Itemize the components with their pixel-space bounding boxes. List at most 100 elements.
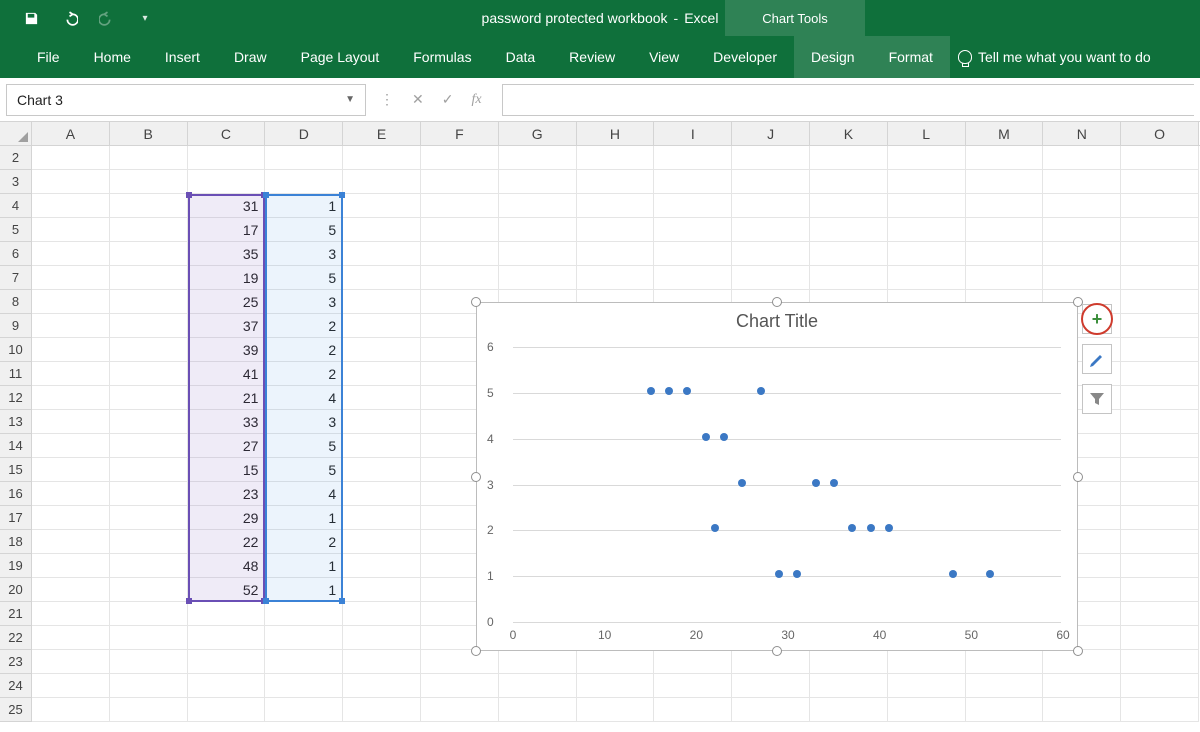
- cell[interactable]: 1: [265, 578, 343, 602]
- cell[interactable]: [1121, 674, 1199, 698]
- cell[interactable]: [1043, 674, 1121, 698]
- resize-handle[interactable]: [471, 646, 481, 656]
- col-header-H[interactable]: H: [577, 122, 655, 145]
- cell[interactable]: [110, 242, 188, 266]
- cell[interactable]: [577, 242, 655, 266]
- cell[interactable]: [32, 458, 110, 482]
- select-all-corner[interactable]: [0, 122, 32, 145]
- cell[interactable]: [1121, 626, 1199, 650]
- cell[interactable]: [888, 146, 966, 170]
- cell[interactable]: [1121, 506, 1199, 530]
- data-point[interactable]: [830, 479, 838, 487]
- cell[interactable]: [343, 194, 421, 218]
- tab-draw[interactable]: Draw: [217, 36, 284, 78]
- cell[interactable]: 1: [265, 554, 343, 578]
- cell[interactable]: [888, 698, 966, 722]
- cell[interactable]: [810, 146, 888, 170]
- cell[interactable]: 5: [265, 434, 343, 458]
- cell[interactable]: [421, 698, 499, 722]
- cell[interactable]: 33: [188, 410, 266, 434]
- cell[interactable]: [1121, 434, 1199, 458]
- cell[interactable]: [265, 650, 343, 674]
- data-point[interactable]: [711, 524, 719, 532]
- cell[interactable]: 48: [188, 554, 266, 578]
- cell[interactable]: [1121, 554, 1199, 578]
- row-header[interactable]: 2: [0, 146, 32, 170]
- row-header[interactable]: 6: [0, 242, 32, 266]
- col-header-F[interactable]: F: [421, 122, 499, 145]
- cell[interactable]: [654, 218, 732, 242]
- tab-view[interactable]: View: [632, 36, 696, 78]
- cell[interactable]: [499, 242, 577, 266]
- row-header[interactable]: 3: [0, 170, 32, 194]
- cell[interactable]: [32, 218, 110, 242]
- cell[interactable]: [32, 386, 110, 410]
- cell[interactable]: [343, 674, 421, 698]
- cell[interactable]: [32, 410, 110, 434]
- cell[interactable]: [343, 386, 421, 410]
- cell[interactable]: [888, 218, 966, 242]
- cell[interactable]: 41: [188, 362, 266, 386]
- cell[interactable]: 19: [188, 266, 266, 290]
- cell[interactable]: [577, 218, 655, 242]
- cell[interactable]: [265, 602, 343, 626]
- cell[interactable]: [188, 146, 266, 170]
- data-point[interactable]: [702, 433, 710, 441]
- cell[interactable]: [188, 674, 266, 698]
- cell[interactable]: [1121, 410, 1199, 434]
- cell[interactable]: 23: [188, 482, 266, 506]
- row-header[interactable]: 22: [0, 626, 32, 650]
- cell[interactable]: [966, 194, 1044, 218]
- cell[interactable]: [810, 242, 888, 266]
- cell[interactable]: [343, 506, 421, 530]
- cell[interactable]: [343, 602, 421, 626]
- undo-icon[interactable]: [60, 9, 78, 27]
- cell[interactable]: [343, 170, 421, 194]
- formula-bar[interactable]: [502, 84, 1194, 116]
- cell[interactable]: [110, 338, 188, 362]
- cell[interactable]: [188, 626, 266, 650]
- cell[interactable]: [810, 218, 888, 242]
- cell[interactable]: [110, 146, 188, 170]
- cell[interactable]: [343, 458, 421, 482]
- cell[interactable]: 1: [265, 194, 343, 218]
- row-header[interactable]: 20: [0, 578, 32, 602]
- cell[interactable]: [966, 218, 1044, 242]
- row-header[interactable]: 17: [0, 506, 32, 530]
- cell[interactable]: [343, 578, 421, 602]
- cell[interactable]: [810, 266, 888, 290]
- cell[interactable]: [32, 674, 110, 698]
- cell[interactable]: [110, 578, 188, 602]
- cell[interactable]: [32, 578, 110, 602]
- cell[interactable]: [32, 362, 110, 386]
- cell[interactable]: [499, 146, 577, 170]
- row-header[interactable]: 7: [0, 266, 32, 290]
- cell[interactable]: [732, 266, 810, 290]
- cell[interactable]: 2: [265, 314, 343, 338]
- enter-icon[interactable]: ✓: [442, 91, 454, 108]
- cell[interactable]: 1: [265, 506, 343, 530]
- cell[interactable]: [343, 146, 421, 170]
- col-header-C[interactable]: C: [188, 122, 266, 145]
- cell[interactable]: [1043, 218, 1121, 242]
- cell[interactable]: [654, 194, 732, 218]
- cell[interactable]: [32, 242, 110, 266]
- cell[interactable]: [32, 338, 110, 362]
- data-point[interactable]: [949, 570, 957, 578]
- cell[interactable]: [32, 170, 110, 194]
- cell[interactable]: [966, 698, 1044, 722]
- resize-handle[interactable]: [471, 472, 481, 482]
- qat-dropdown-icon[interactable]: ▾: [136, 9, 154, 27]
- row-header[interactable]: 24: [0, 674, 32, 698]
- cell[interactable]: [110, 434, 188, 458]
- row-header[interactable]: 5: [0, 218, 32, 242]
- cell[interactable]: [888, 674, 966, 698]
- name-box[interactable]: Chart 3 ▼: [6, 84, 366, 116]
- data-point[interactable]: [647, 387, 655, 395]
- cell[interactable]: [732, 218, 810, 242]
- cell[interactable]: [110, 482, 188, 506]
- cell[interactable]: [654, 674, 732, 698]
- tab-formulas[interactable]: Formulas: [396, 36, 488, 78]
- chart-styles-button[interactable]: [1082, 344, 1112, 374]
- cell[interactable]: 52: [188, 578, 266, 602]
